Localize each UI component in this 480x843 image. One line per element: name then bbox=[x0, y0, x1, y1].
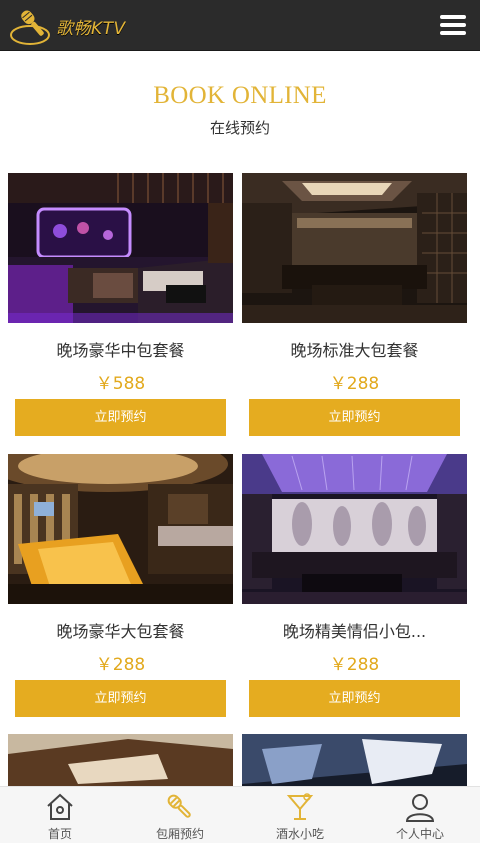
package-price: ￥288 bbox=[95, 655, 146, 675]
package-price: ￥588 bbox=[95, 374, 146, 394]
package-image-gold-room[interactable] bbox=[8, 454, 233, 604]
package-image-lounge-room[interactable] bbox=[242, 173, 467, 323]
microphone-icon bbox=[167, 794, 191, 818]
nav-label: 包厢预约 bbox=[155, 827, 204, 841]
top-header: 歌畅KTV bbox=[0, 0, 480, 51]
book-now-button[interactable]: 立即预约 bbox=[249, 399, 460, 436]
package-name[interactable]: 晚场标准大包套餐 bbox=[242, 337, 467, 361]
nav-label: 个人中心 bbox=[395, 827, 444, 841]
microphone-logo-icon bbox=[10, 10, 50, 45]
package-price: ￥288 bbox=[329, 655, 380, 675]
nav-label: 首页 bbox=[47, 827, 72, 841]
nav-home[interactable]: 首页 bbox=[0, 787, 120, 843]
section-title-zh: 在线预约 bbox=[209, 119, 270, 137]
package-name[interactable]: 晚场豪华中包套餐 bbox=[8, 337, 233, 361]
book-now-button[interactable]: 立即预约 bbox=[15, 680, 226, 717]
package-image-purple-room[interactable] bbox=[8, 173, 233, 323]
book-now-button[interactable]: 立即预约 bbox=[15, 399, 226, 436]
cocktail-icon bbox=[286, 793, 314, 820]
package-image-violet-room[interactable] bbox=[242, 454, 467, 604]
bottom-navigation: 首页 包厢预约 酒水小吃 个人中心 bbox=[0, 786, 480, 843]
logo-text: 歌畅KTV bbox=[56, 18, 126, 39]
nav-drinks[interactable]: 酒水小吃 bbox=[240, 787, 360, 843]
section-title-en: BOOK ONLINE bbox=[153, 82, 327, 109]
user-icon bbox=[405, 794, 435, 822]
page: 歌畅KTV BOOK ONLINE 在线预约 晚场豪华中包套餐 ￥588 立即预… bbox=[0, 0, 480, 843]
nav-label: 酒水小吃 bbox=[275, 827, 324, 841]
book-now-button[interactable]: 立即预约 bbox=[249, 680, 460, 717]
package-price: ￥288 bbox=[329, 374, 380, 394]
nav-booking[interactable]: 包厢预约 bbox=[120, 787, 240, 843]
home-icon bbox=[47, 793, 73, 820]
logo[interactable]: 歌畅KTV bbox=[8, 5, 126, 47]
hamburger-menu-icon[interactable] bbox=[440, 13, 466, 37]
nav-profile[interactable]: 个人中心 bbox=[360, 787, 480, 843]
package-name[interactable]: 晚场精美情侣小包... bbox=[242, 618, 467, 642]
package-name[interactable]: 晚场豪华大包套餐 bbox=[8, 618, 233, 642]
